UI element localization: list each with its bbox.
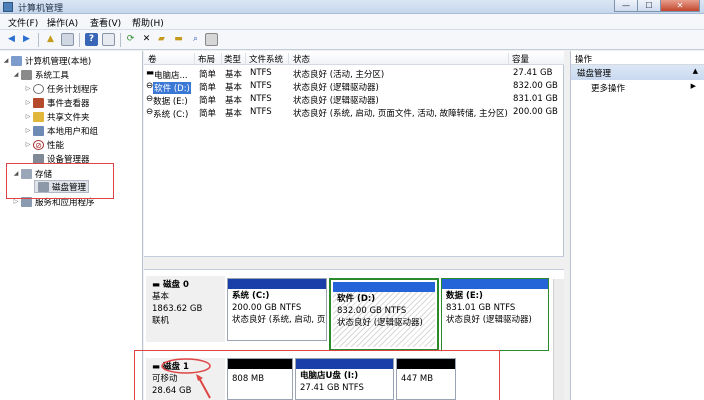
actions-section-disk-management[interactable]: 磁盘管理 ▲ [571, 65, 704, 80]
disk-view-scrollbar[interactable] [553, 279, 564, 400]
folder-icon [33, 111, 44, 122]
help-icon[interactable]: ? [85, 33, 98, 46]
col-type[interactable]: 类型 [224, 53, 246, 65]
disk0-label[interactable]: ▬ 磁盘 0 基本 1863.62 GB 联机 [146, 276, 225, 342]
open-icon[interactable]: ▰ [155, 33, 168, 46]
tree-item-local-users[interactable]: ▷ 本地用户和组 [24, 124, 98, 137]
table-row[interactable]: ⊖ 软件 (D:) 简单 基本 NTFS 状态良好 (逻辑驱动器) 832.00… [144, 80, 564, 94]
event-viewer-icon [33, 97, 44, 108]
maximize-button[interactable]: ☐ [637, 0, 661, 12]
actions-header: 操作 [571, 51, 704, 65]
tree-item-event-viewer[interactable]: ▷ 事件查看器 [24, 96, 90, 109]
col-layout[interactable]: 布局 [198, 53, 222, 65]
menu-action[interactable]: 操作(A) [47, 16, 78, 29]
tree-item-root[interactable]: ◢ 计算机管理(本地) [2, 54, 91, 67]
refresh-icon[interactable]: ⟳ [124, 33, 137, 46]
delete-icon[interactable]: ✕ [140, 33, 153, 46]
performance-icon: ⊘ [33, 139, 44, 150]
show-tree-icon[interactable] [61, 33, 74, 46]
console-icon[interactable] [205, 33, 218, 46]
toolbar: ◀ ▶ ▲ ? ⟳ ✕ ▰ ▬ ⌕ [0, 30, 704, 50]
more-actions-item[interactable]: 更多操作 ▶ [571, 80, 704, 94]
computer-icon [11, 55, 22, 66]
partition-d[interactable]: 软件 (D:) 832.00 GB NTFS 状态良好 (逻辑驱动器) [329, 278, 439, 351]
users-icon [33, 125, 44, 136]
table-row[interactable]: ▬ 电脑店... 简单 基本 NTFS 状态良好 (活动, 主分区) 27.41… [144, 67, 564, 81]
annotation-circle-arrow [161, 358, 211, 399]
annotation-box-storage [6, 163, 114, 199]
volume-list: 卷 布局 类型 文件系统 状态 容量 ▬ 电脑店... 简单 基本 NTFS 状… [144, 51, 564, 256]
back-icon[interactable]: ◀ [5, 33, 18, 46]
device-manager-icon [33, 153, 44, 164]
clock-icon [33, 83, 44, 94]
actions-pane: 操作 磁盘管理 ▲ 更多操作 ▶ [570, 51, 704, 400]
menu-file[interactable]: 文件(F) [8, 16, 38, 29]
save-icon[interactable]: ▬ [172, 33, 185, 46]
disk-graphical-view: ▬ 磁盘 0 基本 1863.62 GB 联机 系统 (C:) 200.00 G… [134, 270, 564, 400]
collapse-icon[interactable]: ▲ [693, 67, 698, 75]
forward-icon[interactable]: ▶ [20, 33, 33, 46]
up-folder-icon[interactable]: ▲ [44, 33, 57, 46]
col-volume[interactable]: 卷 [148, 53, 195, 65]
menu-view[interactable]: 查看(V) [90, 16, 121, 29]
chevron-right-icon: ▶ [690, 82, 696, 90]
tree-item-shared-folders[interactable]: ▷ 共享文件夹 [24, 110, 90, 123]
table-row[interactable]: ⊖ 数据 (E:) 简单 基本 NTFS 状态良好 (逻辑驱动器) 831.01… [144, 93, 564, 107]
partition-c[interactable]: 系统 (C:) 200.00 GB NTFS 状态良好 (系统, 启动, 页 [227, 278, 327, 341]
col-filesystem[interactable]: 文件系统 [249, 53, 289, 65]
table-row[interactable]: ⊖ 系统 (C:) 简单 基本 NTFS 状态良好 (系统, 启动, 页面文件,… [144, 106, 564, 120]
tools-icon [21, 69, 32, 80]
col-capacity[interactable]: 容量 [512, 53, 564, 65]
menu-help[interactable]: 帮助(H) [132, 16, 164, 29]
tree-item-system-tools[interactable]: ◢ 系统工具 [12, 68, 69, 81]
computer-management-icon [3, 2, 13, 12]
properties-icon[interactable] [102, 33, 115, 46]
tree-item-performance[interactable]: ▷ ⊘ 性能 [24, 138, 64, 151]
search-icon[interactable]: ⌕ [189, 33, 202, 46]
navigation-tree: ◢ 计算机管理(本地) ◢ 系统工具 ▷ 任务计划程序 ▷ 事件查看器 ▷ 共享… [0, 51, 143, 400]
volume-table-header: 卷 布局 类型 文件系统 状态 容量 [144, 51, 564, 65]
window-title: 计算机管理 [18, 4, 64, 14]
title-bar: 计算机管理 — ☐ ✕ [0, 0, 704, 14]
menu-bar: 文件(F) 操作(A) 查看(V) 帮助(H) [0, 14, 704, 30]
tree-item-task-scheduler[interactable]: ▷ 任务计划程序 [24, 82, 98, 95]
col-status[interactable]: 状态 [293, 53, 509, 65]
partition-e[interactable]: 数据 (E:) 831.01 GB NTFS 状态良好 (逻辑驱动器) [441, 278, 549, 351]
minimize-button[interactable]: — [614, 0, 638, 12]
pane-splitter[interactable] [144, 256, 564, 270]
close-button[interactable]: ✕ [660, 0, 700, 12]
